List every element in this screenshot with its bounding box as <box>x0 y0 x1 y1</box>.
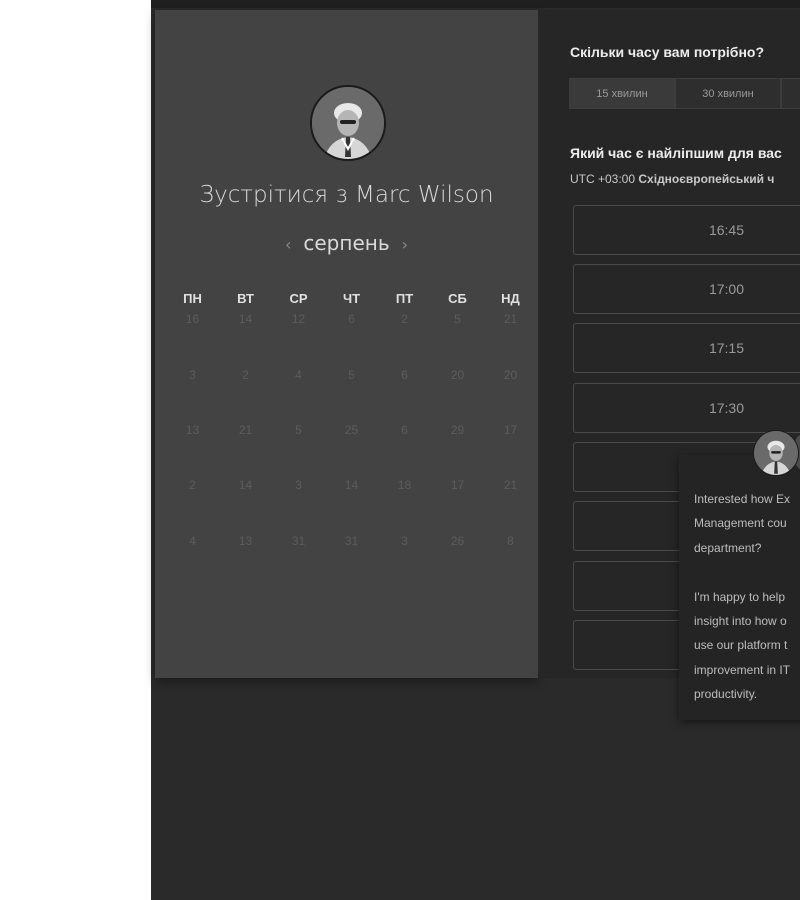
top-band <box>151 0 800 8</box>
calendar-day: 14 <box>238 478 253 492</box>
calendar-day: 13 <box>238 534 253 548</box>
calendar-day: 16 <box>185 312 200 326</box>
calendar-week: 2 14 3 14 18 17 21 <box>166 478 537 492</box>
weekday-header: ПН ВТ СР ЧТ ПТ СБ НД <box>166 291 537 306</box>
host-panel: Зустрітися з Marc Wilson ‹ серпень › ПН ВТ… <box>155 10 538 678</box>
calendar-day: 21 <box>503 312 518 326</box>
chat-message: Interested how Ex Management cou departm… <box>694 492 791 702</box>
calendar-day: 25 <box>344 423 359 437</box>
time-slot-label: 17:00 <box>708 281 745 297</box>
calendar-week: 16 14 12 6 2 5 21 <box>166 312 537 326</box>
weekday-label: НД <box>501 291 520 306</box>
calendar-day: 20 <box>450 368 465 382</box>
prev-month-icon[interactable]: ‹ <box>273 235 303 254</box>
time-slot[interactable]: 17:15 <box>573 323 800 373</box>
weekday-label: ПН <box>183 291 202 306</box>
weekday-label: СБ <box>448 291 467 306</box>
calendar-day: 21 <box>238 423 253 437</box>
time-question: Який час є найліпшим для вас <box>570 145 782 161</box>
calendar-day: 31 <box>291 534 306 548</box>
calendar-week: 3 2 4 5 6 20 20 <box>166 368 537 382</box>
duration-selector: 15 хвилин 30 хвилин <box>569 78 800 109</box>
calendar-day: 20 <box>503 368 518 382</box>
calendar-day: 5 <box>348 368 355 382</box>
time-slot-label: 17:30 <box>708 400 745 416</box>
next-month-icon[interactable]: › <box>390 235 420 254</box>
calendar-day: 14 <box>238 312 253 326</box>
host-avatar <box>310 85 386 161</box>
time-slot[interactable]: 17:00 <box>573 264 800 314</box>
calendar-day: 13 <box>185 423 200 437</box>
calendar-day: 26 <box>450 534 465 548</box>
calendar-day: 3 <box>295 478 302 492</box>
calendar-day: 17 <box>503 423 518 437</box>
chat-popup[interactable]: Interested how Ex Management cou departm… <box>679 455 800 720</box>
timezone-offset: UTC +03:00 <box>570 172 636 186</box>
weekday-label: ПТ <box>395 291 414 306</box>
duration-option-30[interactable]: 30 хвилин <box>675 78 781 109</box>
calendar-day: 5 <box>295 423 302 437</box>
chat-avatar <box>753 430 799 476</box>
calendar-day: 21 <box>503 478 518 492</box>
calendar-day: 2 <box>242 368 249 382</box>
month-label: серпень <box>303 231 390 255</box>
calendar-day: 18 <box>397 478 412 492</box>
calendar-day: 2 <box>401 312 408 326</box>
calendar-day: 3 <box>189 368 196 382</box>
calendar-day: 3 <box>401 534 408 548</box>
calendar-day: 5 <box>454 312 461 326</box>
calendar-week: 13 21 5 25 6 29 17 <box>166 423 537 437</box>
calendar-day: 17 <box>450 478 465 492</box>
month-navigator: ‹ серпень › <box>155 231 538 255</box>
weekday-label: ЧТ <box>342 291 361 306</box>
duration-option-15[interactable]: 15 хвилин <box>569 78 675 109</box>
calendar-day: 6 <box>348 312 355 326</box>
meeting-title: Зустрітися з Marc Wilson <box>199 182 494 208</box>
calendar-day: 12 <box>291 312 306 326</box>
timezone-selector[interactable]: UTC +03:00 Східноєвропейський ч <box>570 172 774 186</box>
time-slot-label: 17:15 <box>708 340 745 356</box>
duration-question: Скільки часу вам потрібно? <box>570 44 765 60</box>
time-slot-label: 16:45 <box>708 222 745 238</box>
time-slot[interactable]: 17:30 <box>573 383 800 433</box>
calendar-day: 4 <box>189 534 196 548</box>
weekday-label: СР <box>289 291 308 306</box>
calendar-day: 6 <box>401 423 408 437</box>
calendar-day: 29 <box>450 423 465 437</box>
calendar-day: 31 <box>344 534 359 548</box>
duration-option-more[interactable] <box>781 78 800 109</box>
calendar-day: 14 <box>344 478 359 492</box>
weekday-label: ВТ <box>237 291 254 306</box>
timezone-name: Східноєвропейський ч <box>638 172 775 186</box>
calendar-day: 4 <box>295 368 302 382</box>
calendar-day: 6 <box>401 368 408 382</box>
time-slot[interactable]: 16:45 <box>573 205 800 255</box>
calendar-week: 4 13 31 31 3 26 8 <box>166 534 537 548</box>
calendar-day: 2 <box>189 478 196 492</box>
calendar-day: 8 <box>507 534 514 548</box>
